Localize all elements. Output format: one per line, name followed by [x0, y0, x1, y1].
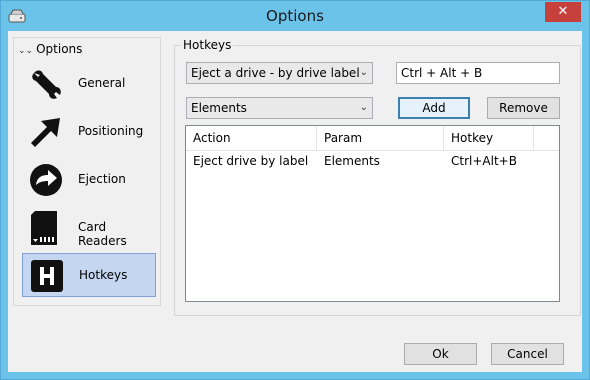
- action-select[interactable]: Eject a drive - by drive label ⌄: [186, 62, 373, 84]
- add-button[interactable]: Add: [398, 97, 470, 119]
- wrench-icon: [32, 70, 61, 99]
- cancel-button[interactable]: Cancel: [491, 343, 564, 365]
- sidebar-item-card-readers[interactable]: Card Readers: [22, 206, 156, 250]
- column-header-hotkey[interactable]: Hotkey: [444, 126, 534, 150]
- column-header-action[interactable]: Action: [186, 126, 317, 150]
- sd-card-icon: [31, 211, 57, 245]
- sidebar-item-label: General: [78, 76, 126, 90]
- hotkey-h-icon: [31, 260, 63, 292]
- sidebar-item-label: Card Readers: [78, 220, 127, 248]
- chevron-down-icon: ⌄: [359, 102, 368, 113]
- close-button[interactable]: ✕: [545, 2, 581, 22]
- param-select-value: Elements: [191, 101, 247, 115]
- column-header-param[interactable]: Param: [317, 126, 444, 150]
- sidebar-item-label: Positioning: [78, 124, 144, 138]
- table-row[interactable]: Eject drive by label Elements Ctrl+Alt+B: [186, 150, 559, 172]
- arrow-icon: [31, 118, 60, 147]
- list-header: Action Param Hotkey: [186, 126, 559, 151]
- sidebar-item-general[interactable]: General: [22, 62, 156, 106]
- options-window: Options ✕ ⌄⌄Options General Positioning: [0, 0, 590, 380]
- cell-param: Elements: [324, 154, 380, 168]
- sidebar-header-label: Options: [36, 42, 83, 56]
- sidebar-item-label: Hotkeys: [79, 268, 128, 282]
- remove-button[interactable]: Remove: [487, 97, 560, 119]
- chevron-down-icon: ⌄: [359, 67, 368, 78]
- hotkeys-list[interactable]: Action Param Hotkey Eject drive by label…: [185, 125, 560, 302]
- param-select[interactable]: Elements ⌄: [186, 97, 373, 119]
- cell-hotkey: Ctrl+Alt+B: [451, 154, 517, 168]
- dialog-body: ⌄⌄ Options General Positioning Ejection …: [8, 31, 582, 372]
- chevron-double-down-icon: ⌄⌄: [18, 46, 34, 56]
- hotkey-input-value: Ctrl + Alt + B: [401, 66, 483, 80]
- sidebar-item-positioning[interactable]: Positioning: [22, 110, 156, 154]
- eject-icon: [30, 164, 62, 196]
- options-sidebar: ⌄⌄ Options General Positioning Ejection …: [13, 37, 161, 306]
- sidebar-header[interactable]: ⌄⌄ Options: [18, 42, 82, 60]
- title-bar[interactable]: Options ✕: [1, 1, 589, 31]
- hotkeys-group-label: Hotkeys: [181, 38, 234, 52]
- hotkey-input[interactable]: Ctrl + Alt + B: [396, 62, 560, 84]
- sidebar-item-hotkeys[interactable]: Hotkeys: [22, 253, 156, 297]
- ok-button[interactable]: Ok: [404, 343, 477, 365]
- cell-action: Eject drive by label: [193, 154, 309, 168]
- sidebar-item-label: Ejection: [78, 172, 126, 186]
- sidebar-item-ejection[interactable]: Ejection: [22, 158, 156, 202]
- action-select-value: Eject a drive - by drive label: [191, 66, 360, 80]
- window-title: Options: [266, 7, 324, 25]
